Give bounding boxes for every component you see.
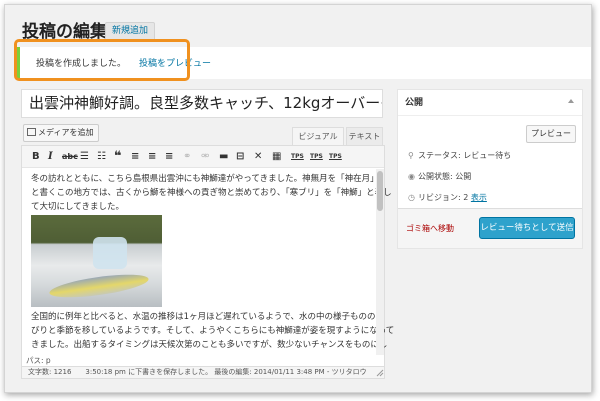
editor-status-bar: 文字数: 1216 3:50:18 pm に下書きを保存しました。 最後の編集:…	[21, 366, 385, 379]
fullscreen-icon[interactable]: ✕	[254, 151, 262, 163]
editor-window: 投稿の編集 新規追加 投稿を作成しました。 投稿をプレビュー 出雲沖神鰤好調。良…	[4, 4, 592, 393]
bullet-list-icon[interactable]: ☰	[80, 151, 89, 163]
revisions-link[interactable]: 表示	[471, 193, 487, 202]
eye-icon: ◉	[408, 172, 415, 181]
italic-icon[interactable]: I	[48, 151, 53, 163]
paragraph-line: 冬の訪れとともに、こちら島根県出雲沖にも神鰤達がやってきました。神無月を「神在月…	[31, 174, 379, 184]
align-right-icon[interactable]: ≡	[165, 151, 173, 163]
revisions-row: ◷ リビジョン: 2 表示	[408, 192, 487, 204]
element-path: パス: p	[21, 355, 385, 366]
numbered-list-icon[interactable]: ☷	[97, 151, 106, 163]
photo-fish	[48, 270, 150, 302]
visibility-row: ◉ 公開状態: 公開	[408, 171, 471, 183]
unlink-icon[interactable]: ⚮	[201, 151, 209, 163]
content-editor[interactable]: B I abc ☰ ☷ ❝ ≡ ≡ ≡ ⚭ ⚮ ▬ ⊟ ✕ ▦ TPS TPS …	[21, 145, 395, 377]
pin-icon: ⚲	[408, 151, 414, 160]
clock-icon: ◷	[408, 193, 415, 202]
editor-content[interactable]: 冬の訪れとともに、こちら島根県出雲沖にも神鰤達がやってきました。神無月を「神在月…	[31, 172, 395, 352]
add-media-label: メディアを追加	[38, 128, 94, 137]
fish-photo[interactable]	[31, 215, 162, 307]
paragraph-line: きました。出船するタイミングは天候次第のことも多いですが、数少ないチャンスをもの…	[31, 340, 388, 350]
photo-bag	[93, 237, 127, 269]
bold-icon[interactable]: B	[32, 151, 40, 163]
paragraph-line: びりと季節を移しているようです。そして、ようやくこちらにも神鰤達が姿を現すように…	[31, 326, 395, 336]
resize-handle-icon[interactable]	[374, 366, 385, 379]
tps-icon-3[interactable]: TPS	[329, 151, 342, 163]
tab-visual[interactable]: ビジュアル	[292, 127, 344, 145]
align-center-icon[interactable]: ≡	[148, 151, 156, 163]
scrollbar-thumb[interactable]	[377, 171, 383, 211]
strikethrough-icon[interactable]: abc	[62, 151, 78, 163]
visibility-label: 公開状態: 公開	[418, 172, 472, 181]
post-title-input[interactable]: 出雲沖神鰤好調。良型多数キャッチ、12kgオーバーも！	[21, 89, 383, 118]
tps-icon[interactable]: TPS	[291, 151, 304, 163]
media-icon	[27, 128, 36, 136]
blockquote-icon[interactable]: ❝	[114, 150, 122, 163]
status-label: ステータス: レビュー待ち	[418, 151, 512, 160]
collapse-arrow-icon[interactable]	[568, 99, 574, 103]
highlight-frame	[14, 39, 190, 81]
revisions-label: リビジョン: 2	[418, 193, 469, 202]
toolbar-toggle-icon[interactable]: ▦	[272, 151, 281, 163]
link-icon[interactable]: ⚭	[183, 151, 191, 163]
paragraph-line: 全国的に例年と比べると、水温の推移は1ヶ月ほど遅れているようで、水の中の様子もの…	[31, 312, 384, 322]
align-left-icon[interactable]: ≡	[131, 151, 139, 163]
page-break-icon[interactable]: ⊟	[236, 151, 244, 163]
more-tag-icon[interactable]: ▬	[219, 151, 228, 163]
publish-actions: ゴミ箱へ移動 レビュー待ちとして送信	[398, 208, 582, 248]
publish-heading[interactable]: 公開	[398, 90, 582, 116]
editor-toolbar: B I abc ☰ ☷ ❝ ≡ ≡ ≡ ⚭ ⚮ ▬ ⊟ ✕ ▦ TPS TPS …	[22, 146, 384, 168]
tab-text[interactable]: テキスト	[346, 127, 383, 145]
status-row: ⚲ ステータス: レビュー待ち	[408, 150, 511, 162]
add-media-button[interactable]: メディアを追加	[23, 124, 99, 142]
editor-scrollbar[interactable]	[376, 169, 384, 359]
tps-icon-2[interactable]: TPS	[310, 151, 323, 163]
preview-button[interactable]: プレビュー	[526, 125, 576, 143]
submit-for-review-button[interactable]: レビュー待ちとして送信	[479, 217, 575, 239]
publish-box: 公開 プレビュー ⚲ ステータス: レビュー待ち ◉ 公開状態: 公開 ◷ リビジョン…	[397, 89, 583, 249]
move-to-trash-link[interactable]: ゴミ箱へ移動	[406, 223, 454, 234]
paragraph-line: と書くこの地方では、古くから鰤を神様への貢ぎ物と崇めており、「寒ブリ」を「神鰤」…	[31, 188, 392, 198]
paragraph-line: て大切にしてきました。	[31, 202, 124, 212]
